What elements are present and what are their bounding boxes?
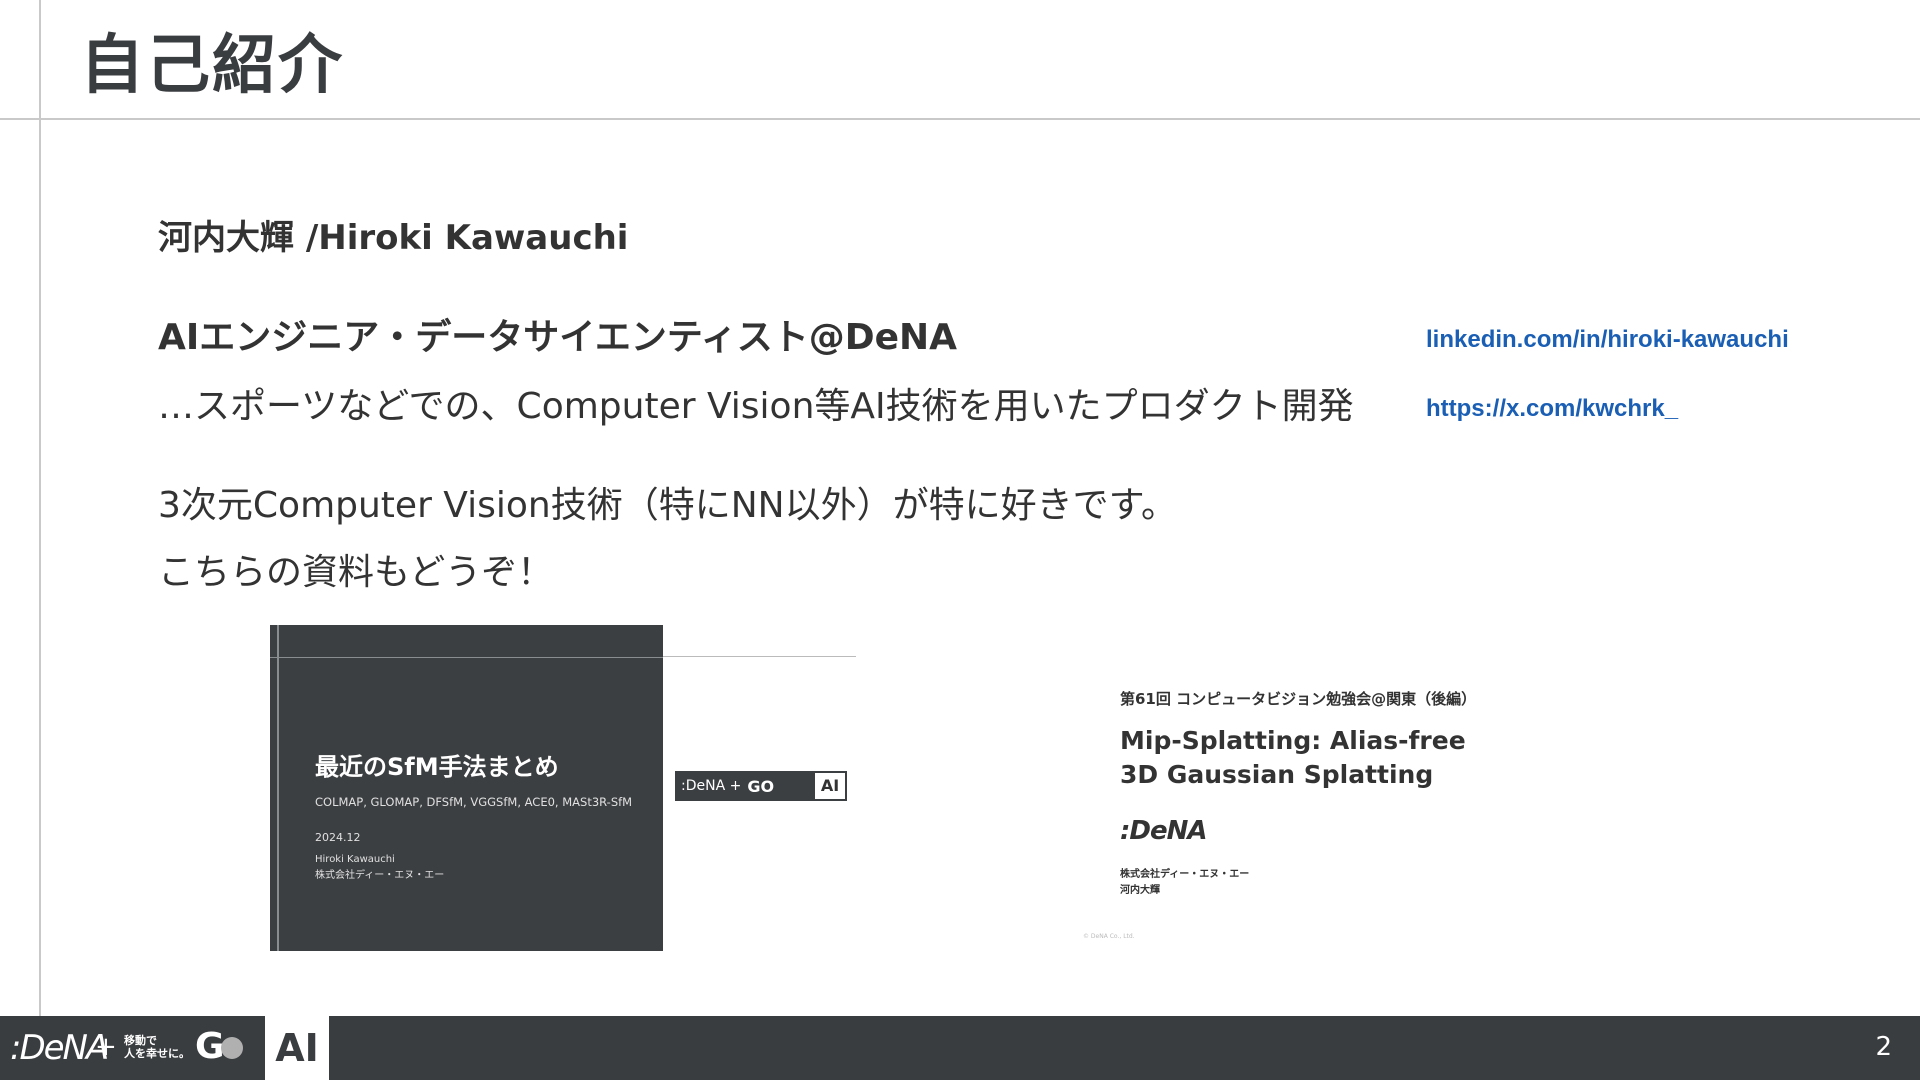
thumb1-brand-badge: :DeNA + GO AI — [675, 771, 847, 801]
badge-logo: :DeNA + — [681, 778, 742, 794]
x-link[interactable]: https://x.com/kwchrk_ — [1426, 395, 1678, 423]
badge-ai: AI — [815, 773, 845, 799]
thumb1-vertical-line — [277, 625, 279, 951]
page-number: 2 — [1875, 1032, 1892, 1062]
thumb2-author: 河内大輝 — [1120, 885, 1160, 896]
thumb1-rule-extension — [663, 656, 856, 657]
thumb1-date: 2024.12 — [315, 831, 361, 844]
thumb1-company: 株式会社ディー・エヌ・エー — [315, 870, 445, 881]
footer-ai-badge: AI — [265, 1016, 329, 1080]
slogan-line1: 移動で — [124, 1034, 157, 1047]
slogan-line2: 人を幸せに。 — [124, 1047, 190, 1060]
badge-go: GO — [747, 776, 775, 796]
footer-bar: :DeNA + 移動で 人を幸せに。 G AI 2 — [0, 1016, 1920, 1080]
thumb1-horizontal-line — [270, 657, 663, 658]
thumb1-subtitle: COLMAP, GLOMAP, DFSfM, VGGSfM, ACE0, MAS… — [315, 795, 633, 809]
thumb1-author: Hiroki Kawauchi — [315, 854, 395, 865]
interest-text: 3次元Computer Vision技術（特にNN以外）が特に好きです。 — [158, 485, 1178, 526]
materials-intro: こちらの資料もどうぞ！ — [158, 552, 554, 593]
slide-title: 自己紹介 — [80, 29, 344, 103]
title-divider — [0, 118, 1920, 120]
thumb2-dena-logo: :DeNA — [1120, 816, 1207, 846]
footer-plus: + — [95, 1032, 117, 1062]
thumb2-company: 株式会社ディー・エヌ・エー — [1120, 869, 1250, 880]
sfm-slides-thumbnail[interactable]: 最近のSfM手法まとめ COLMAP, GLOMAP, DFSfM, VGGSf… — [270, 625, 663, 951]
thumb2-title-line1[interactable]: Mip-Splatting: Alias-free — [1120, 726, 1466, 755]
thumb1-title: 最近のSfM手法まとめ — [315, 753, 559, 781]
presenter-role: AIエンジニア・データサイエンティスト@DeNA — [158, 317, 958, 358]
thumb2-copyright: © DeNA Co., Ltd. — [1083, 933, 1135, 940]
footer-dena-logo: :DeNA — [10, 1028, 109, 1068]
thumb2-title-line2[interactable]: 3D Gaussian Splatting — [1120, 760, 1433, 789]
thumb2-event: 第61回 コンピュータビジョン勉強会@関東（後編） — [1120, 690, 1477, 708]
footer-go-logo: G — [195, 1026, 243, 1067]
left-divider — [39, 0, 41, 1016]
footer-slogan: 移動で 人を幸せに。 — [124, 1034, 190, 1060]
role-description: …スポーツなどでの、Computer Vision等AI技術を用いたプロダクト開… — [158, 386, 1354, 427]
go-dot-icon — [220, 1037, 243, 1059]
linkedin-link[interactable]: linkedin.com/in/hiroki-kawauchi — [1426, 326, 1789, 354]
presenter-name: 河内大輝 /Hiroki Kawauchi — [158, 218, 629, 258]
